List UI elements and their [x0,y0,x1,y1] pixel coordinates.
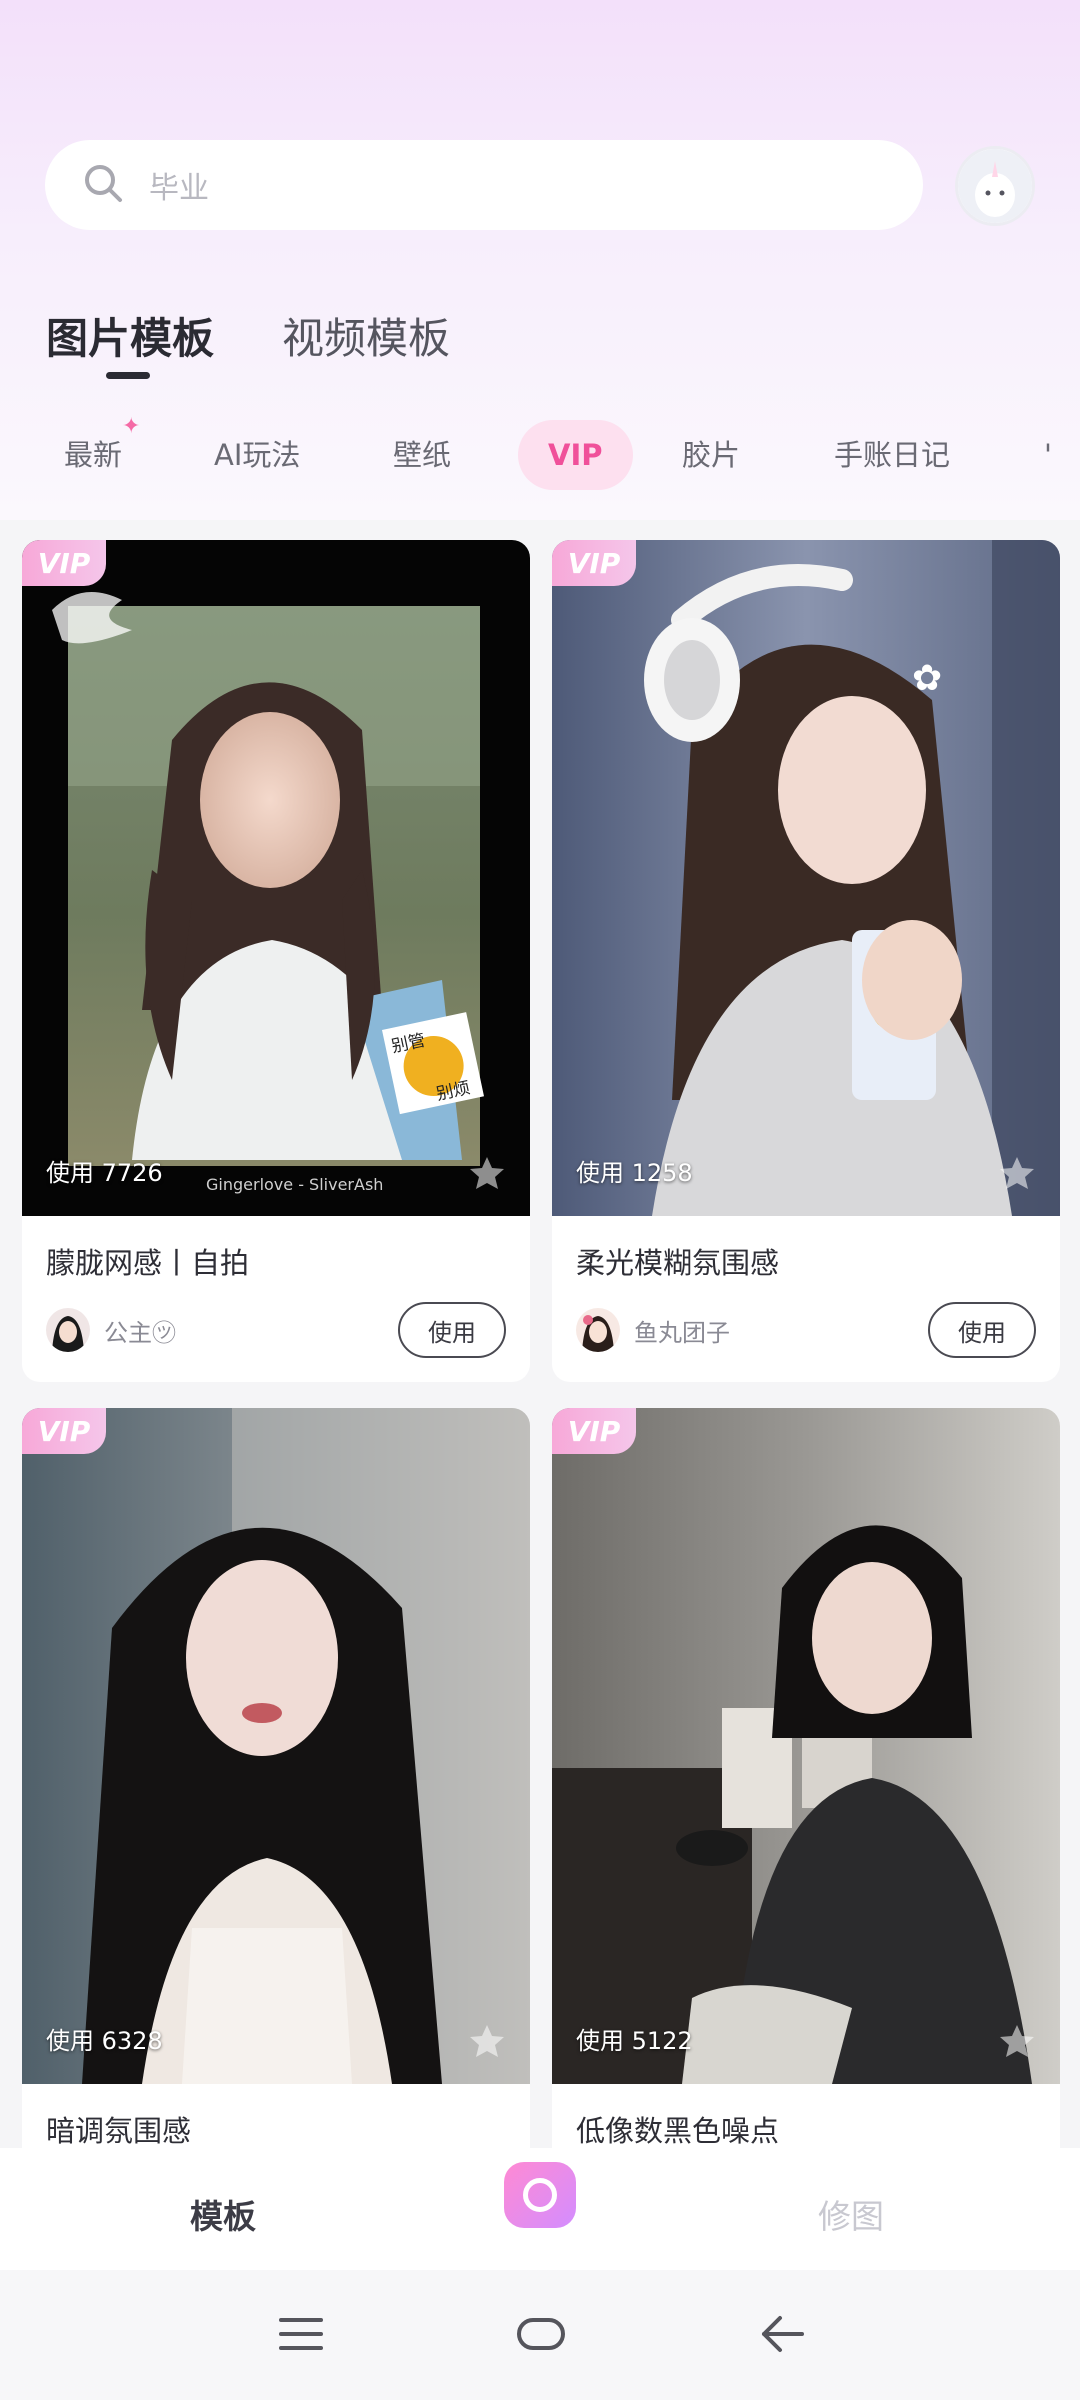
vip-badge: VIP [552,1408,636,1454]
tab-video-templates[interactable]: 视频模板 [282,305,450,366]
home-icon[interactable] [516,2314,566,2354]
search-bar[interactable]: 毕业 [45,140,923,230]
author-info: 公主㋡ [46,1308,176,1352]
vip-badge: VIP [552,540,636,586]
template-photo[interactable]: ✿ VIP 使用 1258 [552,540,1060,1216]
user-avatar[interactable] [955,146,1035,226]
vip-badge: VIP [22,540,106,586]
portrait-image: 别管 别烦 Gingerlove - SliverAsh [22,540,530,1216]
category-film[interactable]: 胶片 [682,420,740,490]
sparkle-icon: ✦ [122,414,141,439]
author-name: 公主㋡ [104,1318,176,1347]
hairclip-star-icon: ✿ [912,658,942,699]
template-title: 朦胧网感丨自拍 [46,1246,250,1280]
category-more-cutoff[interactable]: ' [1044,420,1052,490]
bottom-nav: 模板 修图 [0,2148,1080,2270]
use-count: 使用 6328 [46,2027,163,2055]
author-info: 鱼丸团子 [576,1308,730,1352]
author-avatar [46,1308,90,1352]
camera-button[interactable] [504,2162,576,2228]
portrait-image: ✿ [552,540,1060,1216]
template-card[interactable]: 别管 别烦 Gingerlove - SliverAsh VIP 使用 7726… [22,540,530,1382]
template-title: 柔光模糊氛围感 [576,1246,780,1280]
star-favorite-icon[interactable] [998,1154,1036,1192]
template-photo[interactable]: 别管 别烦 Gingerlove - SliverAsh VIP 使用 7726 [22,540,530,1216]
author-avatar [576,1308,620,1352]
category-vip[interactable]: VIP [518,420,633,490]
template-card[interactable]: VIP 使用 5122 低像数黑色噪点 [552,1408,1060,2168]
use-count: 使用 7726 [46,1159,163,1187]
category-latest[interactable]: 最新 [64,420,122,490]
category-wallpaper[interactable]: 壁纸 [393,420,451,490]
search-icon [81,161,125,209]
template-photo[interactable]: VIP 使用 5122 [552,1408,1060,2084]
author-name: 鱼丸团子 [634,1318,730,1347]
tab-active-indicator [106,372,150,379]
menu-icon[interactable] [278,2314,324,2354]
search-placeholder: 毕业 [149,171,209,206]
template-card[interactable]: VIP 使用 6328 暗调氛围感 [22,1408,530,2168]
unicorn-avatar-icon [958,149,1032,223]
category-ai[interactable]: AI玩法 [214,420,300,490]
portrait-image [552,1408,1060,2084]
nav-retouch[interactable]: 修图 [818,2190,884,2238]
template-photo[interactable]: VIP 使用 6328 [22,1408,530,2084]
star-favorite-icon[interactable] [998,2022,1036,2060]
back-icon[interactable] [760,2314,806,2354]
tab-image-templates[interactable]: 图片模板 [46,305,214,366]
portrait-image [22,1408,530,2084]
template-title: 低像数黑色噪点 [576,2114,780,2148]
system-nav-bar [0,2270,1080,2400]
category-journal[interactable]: 手账日记 [834,420,950,490]
use-count: 使用 5122 [576,2027,693,2055]
star-favorite-icon[interactable] [468,1154,506,1192]
category-latest-label: 最新 [64,438,123,472]
watermark-text: Gingerlove - SliverAsh [206,1175,383,1194]
vip-badge: VIP [22,1408,106,1454]
template-card[interactable]: ✿ VIP 使用 1258 柔光模糊氛围感 鱼丸团子 使用 [552,540,1060,1382]
use-count: 使用 1258 [576,1159,693,1187]
camera-icon [523,2178,557,2212]
nav-templates[interactable]: 模板 [190,2190,256,2238]
use-template-button[interactable]: 使用 [928,1302,1036,1358]
template-title: 暗调氛围感 [46,2114,192,2148]
use-template-button[interactable]: 使用 [398,1302,506,1358]
category-bar: 最新 ✦ AI玩法 壁纸 VIP 胶片 手账日记 ' [0,414,1080,500]
star-favorite-icon[interactable] [468,2022,506,2060]
